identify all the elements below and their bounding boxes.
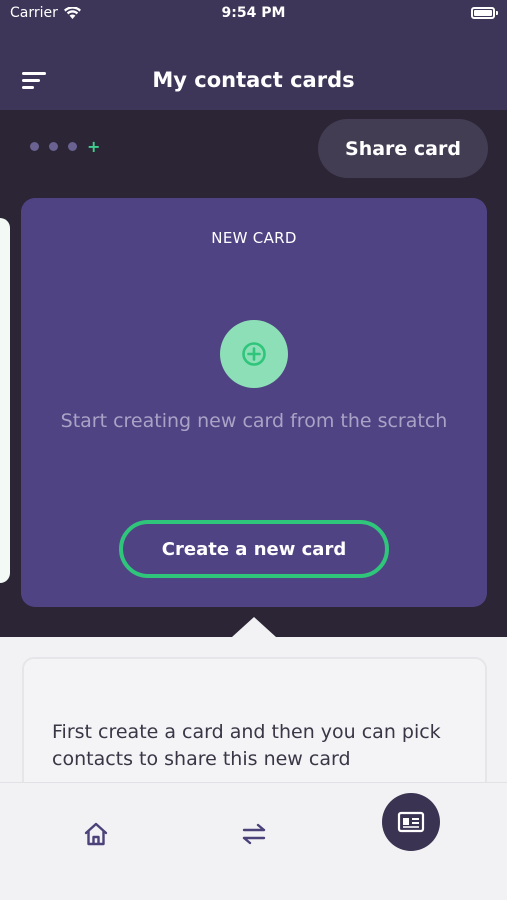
page-dot[interactable] [68, 142, 77, 151]
page-dot[interactable] [49, 142, 58, 151]
battery-icon [471, 7, 498, 19]
add-page-indicator[interactable]: + [87, 139, 100, 155]
contact-card-icon [397, 811, 425, 833]
page-title: My contact cards [152, 68, 355, 92]
card-heading: NEW CARD [211, 229, 297, 247]
page-dot[interactable] [30, 142, 39, 151]
add-circle-icon[interactable] [220, 320, 288, 388]
info-text: First create a card and then you can pic… [52, 721, 441, 770]
header-bar: Carrier 9:54 PM My contact cards [0, 0, 507, 110]
tab-bar [0, 782, 507, 900]
status-time: 9:54 PM [221, 5, 286, 21]
status-bar: Carrier 9:54 PM [0, 0, 507, 28]
share-card-button[interactable]: Share card [318, 119, 488, 178]
home-icon [84, 822, 108, 846]
card-pointer-arrow [232, 617, 276, 637]
tab-contact-cards[interactable] [382, 793, 440, 851]
plus-circle-icon [242, 342, 266, 366]
tab-transfer[interactable] [225, 805, 283, 863]
card-description: Start creating new card from the scratch [60, 410, 448, 432]
create-new-card-button[interactable]: Create a new card [119, 520, 389, 578]
tab-home[interactable] [67, 805, 125, 863]
new-card-panel: NEW CARD Start creating new card from th… [21, 198, 487, 607]
previous-card-peek[interactable] [0, 218, 10, 583]
page-indicator: + [30, 139, 100, 155]
transfer-arrows-icon [242, 823, 266, 845]
